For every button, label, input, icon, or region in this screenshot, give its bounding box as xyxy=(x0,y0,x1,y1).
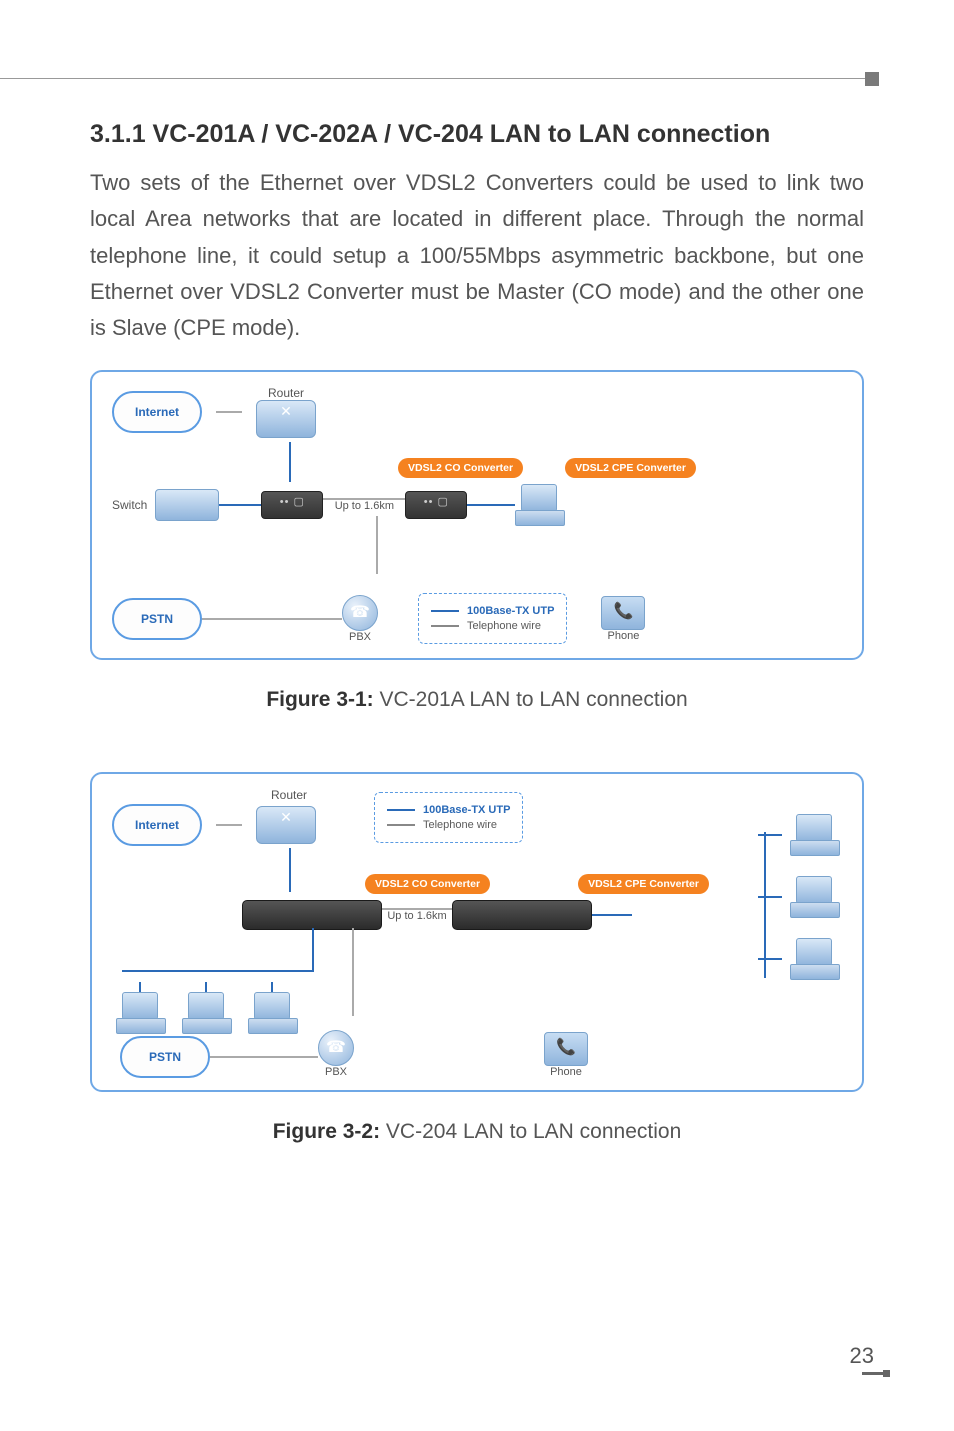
computer-icon xyxy=(790,938,838,980)
legend-utp-label: 100Base-TX UTP xyxy=(423,804,510,816)
legend-tel-label: Telephone wire xyxy=(423,819,497,831)
fig2-left-pcs xyxy=(116,982,296,1034)
figure-2-frame: Router Internet 100Base-TX UTP Telephone… xyxy=(90,772,864,1092)
vdsl2-co-converter-icon xyxy=(242,900,382,930)
pstn-label: PSTN xyxy=(149,1050,181,1064)
connector-line xyxy=(376,516,378,574)
section-heading: 3.1.1 VC-201A / VC-202A / VC-204 LAN to … xyxy=(90,120,864,149)
switch-label: Switch xyxy=(112,498,147,512)
vdsl2-cpe-converter-icon xyxy=(452,900,592,930)
page-number: 23 xyxy=(850,1343,874,1369)
page-content: 3.1.1 VC-201A / VC-202A / VC-204 LAN to … xyxy=(90,120,864,1144)
computer-icon xyxy=(116,992,164,1034)
fig2-top-area: Router Internet 100Base-TX UTP Telephone… xyxy=(112,788,842,846)
pbx-label: PBX xyxy=(349,631,371,643)
section-body-text: Two sets of the Ethernet over VDSL2 Conv… xyxy=(90,165,864,346)
legend-utp-line xyxy=(387,809,415,811)
legend-utp-label: 100Base-TX UTP xyxy=(467,605,554,617)
router-label: Router xyxy=(268,386,304,400)
phone-label: Phone xyxy=(550,1066,582,1078)
legend-box: 100Base-TX UTP Telephone wire xyxy=(418,593,567,644)
figure-2-caption-rest: VC-204 LAN to LAN connection xyxy=(380,1120,681,1143)
router-icon xyxy=(256,806,316,844)
internet-label: Internet xyxy=(135,818,179,832)
figure-1-caption-bold: Figure 3-1: xyxy=(266,688,373,711)
legend-tel-line xyxy=(431,625,459,627)
legend-tel-line xyxy=(387,824,415,826)
vdsl2-co-converter-icon xyxy=(261,491,323,519)
connector-line xyxy=(312,928,314,970)
connector-line xyxy=(764,832,766,978)
fig2-bottom-area: PSTN PBX Phone xyxy=(112,1030,842,1078)
pbx-label: PBX xyxy=(325,1066,347,1078)
cpe-converter-label: VDSL2 CPE Converter xyxy=(565,458,696,478)
computer-icon xyxy=(790,876,838,918)
computer-icon xyxy=(790,814,838,856)
computer-icon xyxy=(182,992,230,1034)
pstn-cloud-icon: PSTN xyxy=(120,1036,210,1078)
figure-2-caption: Figure 3-2: VC-204 LAN to LAN connection xyxy=(90,1120,864,1144)
phone-icon xyxy=(601,596,645,630)
footer-tick-dot xyxy=(883,1370,890,1377)
fig1-bottom-area: PSTN PBX 100Base-TX UTP Telephone wire P… xyxy=(112,593,842,644)
fig2-right-pcs xyxy=(758,814,838,980)
switch-icon xyxy=(155,489,219,521)
connector-line xyxy=(122,970,314,972)
pbx-icon xyxy=(318,1030,354,1066)
internet-cloud-icon: Internet xyxy=(112,391,202,433)
figure-1-frame: Internet Router VDSL2 CO Converter VDSL2… xyxy=(90,370,864,660)
computer-icon xyxy=(515,484,563,526)
pbx-icon xyxy=(342,595,378,631)
router-label: Router xyxy=(271,788,307,802)
phone-label: Phone xyxy=(608,630,640,642)
vdsl2-cpe-converter-icon xyxy=(405,491,467,519)
co-converter-label: VDSL2 CO Converter xyxy=(365,874,490,894)
pstn-cloud-icon: PSTN xyxy=(112,598,202,640)
legend-tel-label: Telephone wire xyxy=(467,620,541,632)
figure-2-caption-bold: Figure 3-2: xyxy=(273,1120,380,1143)
figure-1-caption: Figure 3-1: VC-201A LAN to LAN connectio… xyxy=(90,688,864,712)
legend-box: 100Base-TX UTP Telephone wire xyxy=(374,792,523,843)
distance-label: Up to 1.6km xyxy=(335,500,394,512)
header-corner-square xyxy=(865,72,879,86)
pstn-label: PSTN xyxy=(141,612,173,626)
fig1-mid-area: VDSL2 CO Converter VDSL2 CPE Converter S… xyxy=(112,458,842,526)
fig1-top-area: Internet Router xyxy=(112,386,842,438)
connector-line xyxy=(352,928,354,1016)
co-converter-label: VDSL2 CO Converter xyxy=(398,458,523,478)
router-icon xyxy=(256,400,316,438)
internet-cloud-icon: Internet xyxy=(112,804,202,846)
distance-label: Up to 1.6km xyxy=(387,910,446,922)
cpe-converter-label: VDSL2 CPE Converter xyxy=(578,874,709,894)
computer-icon xyxy=(248,992,296,1034)
phone-icon xyxy=(544,1032,588,1066)
header-rule-line xyxy=(0,78,874,79)
internet-label: Internet xyxy=(135,405,179,419)
legend-utp-line xyxy=(431,610,459,612)
figure-1-caption-rest: VC-201A LAN to LAN connection xyxy=(374,688,688,711)
fig2-mid-area: VDSL2 CO Converter VDSL2 CPE Converter U… xyxy=(112,874,842,930)
